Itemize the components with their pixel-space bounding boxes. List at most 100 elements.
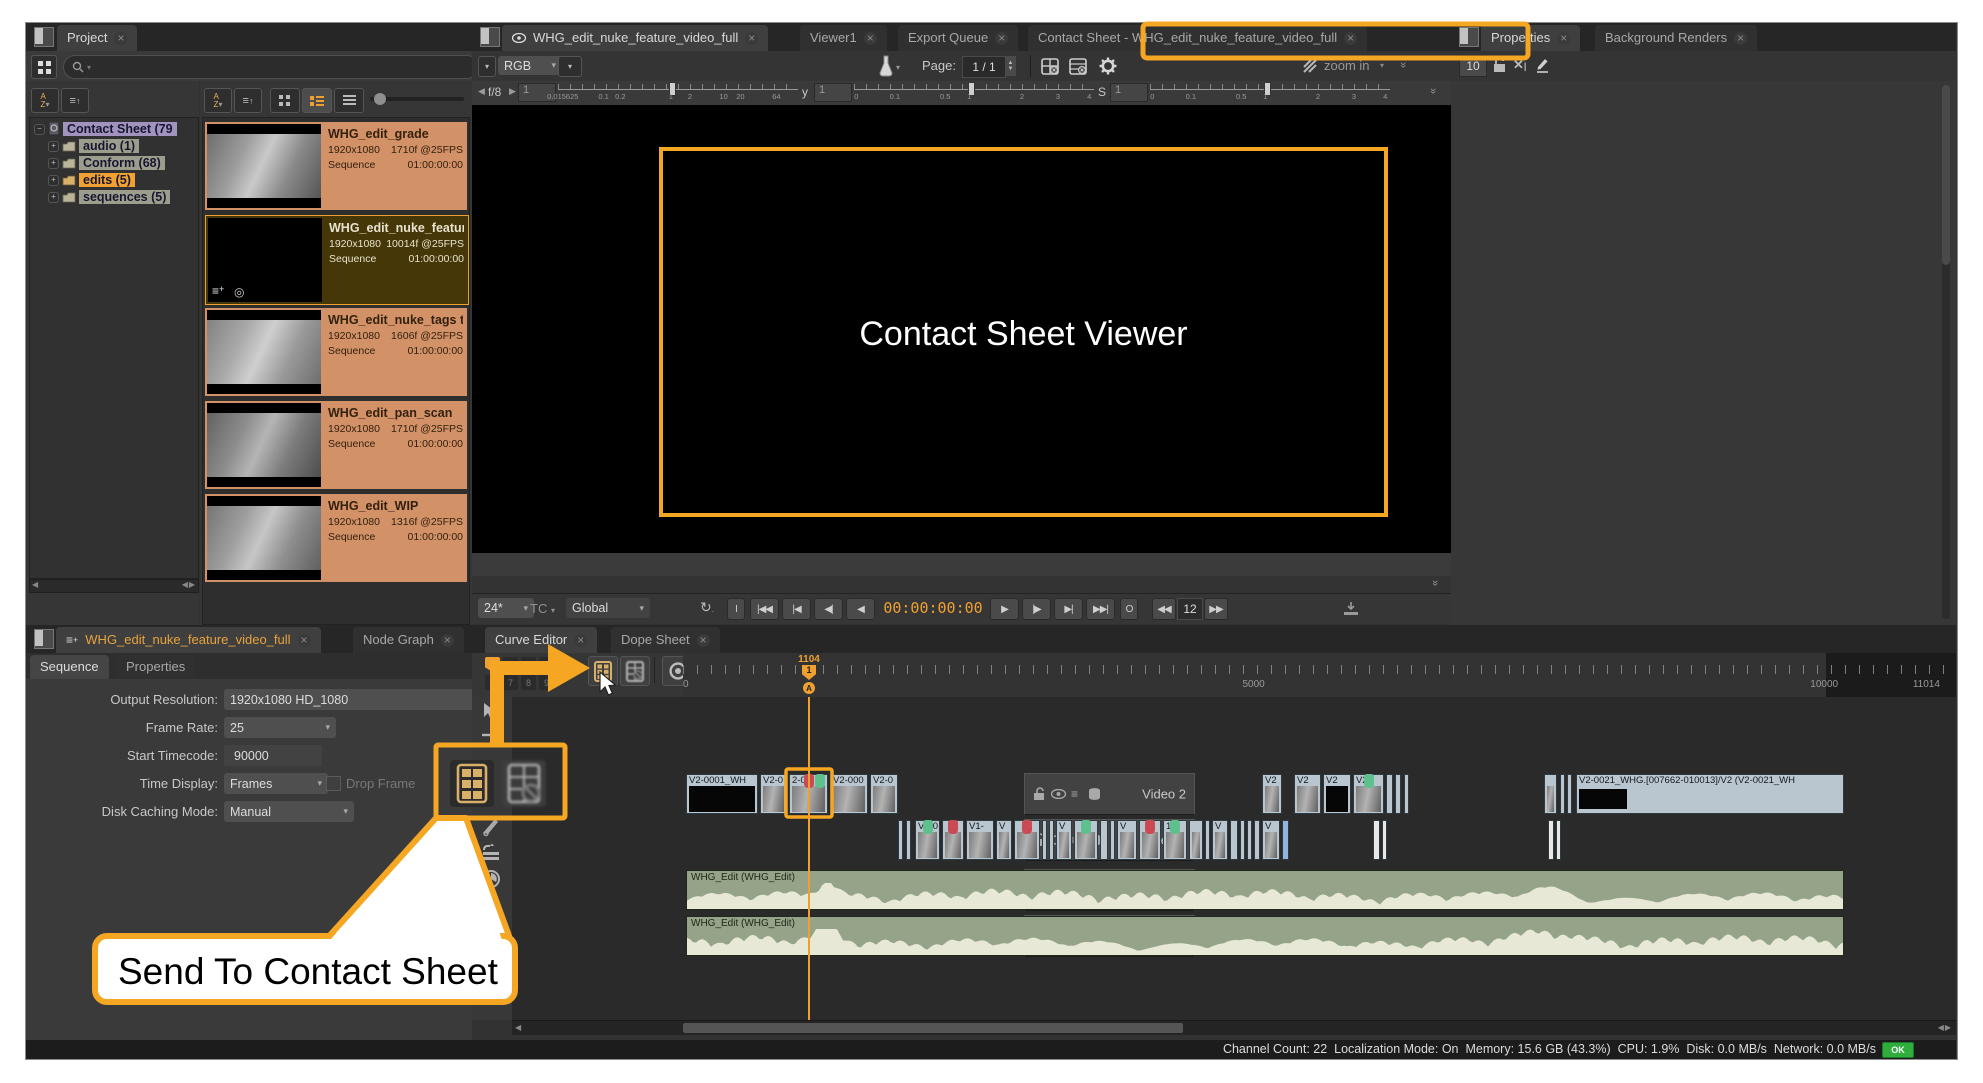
flask-icon[interactable] (878, 54, 894, 78)
green-tag-icon[interactable] (923, 820, 933, 834)
next-stop-icon[interactable]: ▶ (509, 86, 516, 97)
prev-edit-button[interactable]: |◀ (782, 598, 811, 620)
set-in-button[interactable]: I (727, 598, 745, 620)
step-forward-button[interactable]: |▶ (1022, 598, 1051, 620)
page-spinner[interactable]: 1 / 1 (962, 56, 1006, 78)
video1-clip[interactable] (1230, 820, 1238, 860)
drop-frame-checkbox[interactable] (326, 776, 341, 791)
goto-end-button[interactable]: ▶▶| (1086, 598, 1115, 620)
collapse-chevrons-icon[interactable]: » (1429, 580, 1441, 586)
tab-node-graph[interactable]: Node Graph× (353, 627, 464, 653)
green-tag-icon[interactable] (1364, 774, 1374, 788)
video2-clip[interactable]: V2-0021_WHG.[007662-010013]/V2 (V2-0021_… (1576, 774, 1844, 814)
time-display-select[interactable]: Frames▾ (224, 773, 328, 794)
edit-pencil-icon[interactable] (1535, 56, 1550, 74)
tab-timeline-sequence[interactable]: ≡+ WHG_edit_nuke_feature_video_full× (56, 627, 321, 653)
settings-button[interactable] (1096, 55, 1120, 77)
saturation-slider[interactable]: 00.10.51234 (1150, 81, 1390, 103)
video1-clip[interactable] (898, 820, 903, 860)
video2-clip[interactable] (1404, 774, 1409, 814)
green-tag-icon[interactable] (1081, 820, 1091, 834)
collapse-chevrons-icon[interactable]: » (1397, 62, 1409, 68)
play-forward-button[interactable]: ▶ (990, 598, 1019, 620)
thumbnail-size-slider[interactable] (370, 97, 464, 101)
tab-background-renders[interactable]: Background Renders× (1595, 25, 1757, 51)
close-icon[interactable]: × (114, 32, 127, 45)
zoom-level-label[interactable]: zoom in (1324, 58, 1370, 73)
video2-clip[interactable]: V2-0 (760, 774, 787, 814)
channel-select[interactable]: RGB▾ (498, 56, 562, 75)
video1-clip[interactable] (942, 820, 964, 860)
tree-sort-az-button[interactable]: AZ▾ (31, 88, 59, 113)
next-edit-button[interactable]: ▶| (1054, 598, 1083, 620)
video2-clip[interactable]: V2 (1262, 774, 1282, 814)
frame-rate-select[interactable]: 25▾ (224, 717, 336, 738)
video1-clip[interactable] (1247, 820, 1252, 860)
output-resolution-select[interactable]: 1920x1080 HD_1080▾ (224, 689, 508, 710)
range-select[interactable]: Global▾ (566, 598, 650, 618)
properties-scrollbar[interactable] (1942, 85, 1950, 619)
view-preset[interactable]: 5 (557, 657, 572, 672)
collapse-icon[interactable]: − (34, 124, 45, 135)
view-preset[interactable]: 7 (503, 675, 518, 690)
video1-clip[interactable] (1382, 820, 1387, 860)
saturation-input[interactable]: 1 (1110, 83, 1148, 102)
slider-knob[interactable] (374, 93, 386, 105)
video2-clip[interactable] (1395, 774, 1401, 814)
tree-item-audio[interactable]: + audio (1) (48, 139, 139, 153)
pane-control-icon[interactable] (1459, 27, 1479, 47)
expand-icon[interactable]: + (48, 158, 59, 169)
send-to-contact-sheet-button[interactable] (588, 656, 618, 686)
expand-icon[interactable]: + (48, 141, 59, 152)
tab-properties[interactable]: Properties× (1481, 25, 1580, 51)
video1-clip[interactable]: V1- (966, 820, 994, 860)
view-preset[interactable]: 2 (503, 657, 518, 672)
view-preset[interactable]: 4 (539, 657, 554, 672)
close-icon[interactable]: × (1557, 32, 1570, 45)
page-spinner-arrows[interactable]: ▲▼ (1005, 56, 1016, 76)
video1-clip[interactable] (1548, 820, 1554, 860)
bin-view-thumbnails-button[interactable] (270, 88, 300, 113)
subtab-properties[interactable]: Properties (116, 655, 195, 679)
video1-clip[interactable] (1240, 820, 1245, 860)
video1-clip[interactable] (906, 820, 911, 860)
exposure-slider[interactable]: 0.0156250.10.212102064 (558, 81, 798, 103)
bin-item-selected[interactable]: ≡+ ◎ WHG_edit_nuke_feature_ 1920x1080100… (205, 215, 469, 305)
collapse-chevrons-icon[interactable]: » (1427, 88, 1439, 94)
playhead-line[interactable] (808, 697, 810, 1020)
step-increment-button[interactable]: ▶▶ (1204, 598, 1228, 620)
video1-clip[interactable] (1556, 820, 1561, 860)
tab-viewer1[interactable]: Viewer1× (800, 25, 887, 51)
viewer-canvas[interactable]: Contact Sheet Viewer (472, 105, 1451, 553)
tab-viewer-sequence[interactable]: WHG_edit_nuke_feature_video_full× (502, 25, 768, 51)
contact-sheet-cols-button[interactable] (1066, 55, 1090, 77)
bin-item[interactable]: WHG_edit_pan_scan 1920x10801710f @25FPS … (205, 401, 467, 489)
tree-sort-order-button[interactable]: ≡↑ (61, 88, 89, 113)
video1-clip[interactable] (1042, 820, 1047, 860)
search-input[interactable]: ▾ (63, 55, 479, 79)
lock-icon[interactable] (1493, 57, 1506, 73)
close-icon[interactable]: × (745, 32, 758, 45)
play-backward-button[interactable]: ◀ (846, 598, 875, 620)
video2-clip[interactable]: V2-0 (870, 774, 898, 814)
zoom-mode-icon[interactable] (1302, 58, 1318, 74)
scroll-left-icon[interactable]: ◀ (32, 580, 38, 589)
ripple-tool-icon[interactable] (481, 843, 501, 861)
video1-clip[interactable]: V (996, 820, 1012, 860)
zoom-caret[interactable]: ▾ (1380, 61, 1384, 70)
tree-item-conform[interactable]: + Conform (68) (48, 156, 165, 170)
video2-clip[interactable]: V2-0001_WH (686, 774, 758, 814)
audio-clip[interactable]: WHG_Edit (WHG_Edit) (686, 916, 1844, 956)
view-preset[interactable]: 1 (485, 657, 500, 672)
green-tag-icon[interactable] (1170, 820, 1180, 834)
pane-control-icon[interactable] (34, 629, 54, 649)
expand-icon[interactable]: + (48, 175, 59, 186)
scrollbar-thumb[interactable] (683, 1023, 1183, 1033)
video1-clip[interactable] (1049, 820, 1054, 860)
set-out-button[interactable]: O (1120, 598, 1138, 620)
video1-clip[interactable] (1074, 820, 1098, 860)
close-all-panels-icon[interactable]: ✕| (1513, 57, 1526, 73)
bin-sort-az-button[interactable]: AZ▾ (204, 88, 232, 113)
timecode-display[interactable]: 00:00:00:00 (882, 597, 984, 619)
video1-clip[interactable] (1282, 820, 1289, 860)
